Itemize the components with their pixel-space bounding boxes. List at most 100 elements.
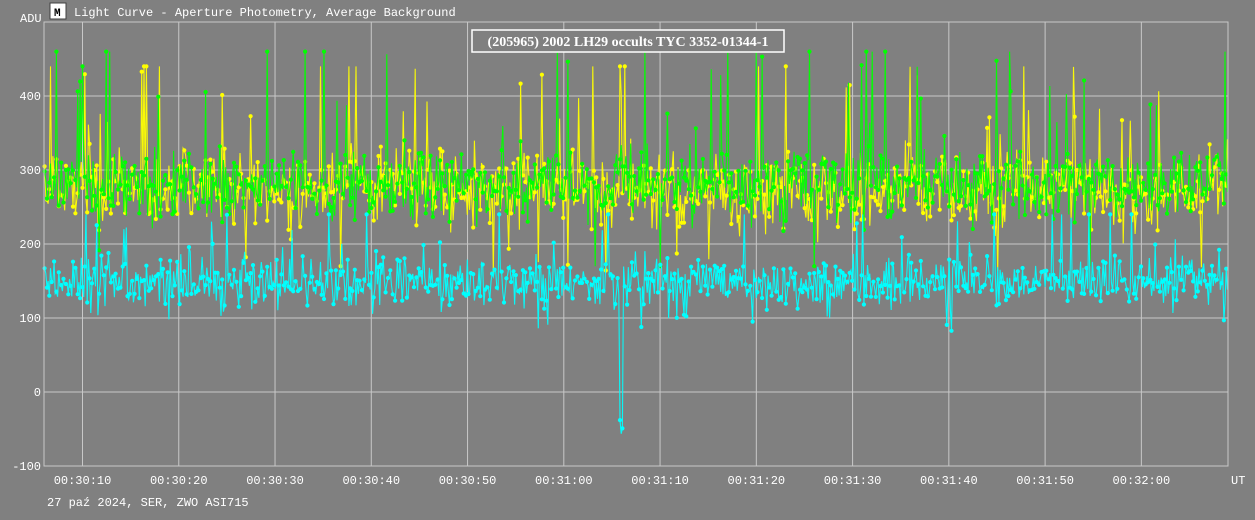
data-point: [956, 199, 961, 204]
data-point: [625, 170, 630, 175]
data-point: [478, 170, 483, 175]
data-point: [494, 201, 499, 206]
data-point: [317, 281, 322, 286]
data-point: [558, 270, 563, 275]
data-point: [1143, 187, 1148, 192]
data-point: [878, 208, 883, 214]
data-point: [499, 269, 504, 274]
x-tick-label: 00:32:00: [1113, 474, 1171, 488]
series-layer: [42, 49, 1229, 434]
data-point: [506, 265, 511, 271]
data-point: [70, 259, 76, 264]
data-point: [544, 200, 549, 205]
data-point: [691, 204, 696, 209]
data-point: [651, 278, 656, 284]
data-point: [73, 265, 78, 270]
light-curve-chart: M Light Curve - Aperture Photometry, Ave…: [12, 2, 1245, 510]
data-point: [404, 295, 409, 300]
data-point: [1022, 275, 1027, 280]
data-point: [343, 296, 348, 301]
data-point: [307, 280, 312, 285]
data-point: [286, 196, 291, 201]
data-point: [295, 159, 301, 164]
data-point: [442, 192, 447, 197]
data-point: [352, 267, 357, 272]
data-point: [1091, 276, 1096, 282]
data-point: [949, 218, 954, 223]
data-point: [809, 285, 814, 290]
data-point: [1018, 286, 1023, 291]
data-point: [480, 262, 485, 267]
data-point: [838, 207, 843, 212]
data-point: [942, 274, 947, 279]
data-point: [764, 175, 769, 180]
data-point: [530, 271, 535, 276]
data-point: [151, 277, 156, 283]
data-point: [958, 265, 964, 270]
data-point: [321, 296, 327, 302]
data-point: [279, 200, 284, 205]
data-point: [203, 89, 208, 95]
data-point: [165, 207, 170, 212]
data-point: [921, 284, 926, 289]
data-point: [454, 285, 459, 290]
data-point: [400, 180, 405, 185]
data-point: [641, 302, 646, 307]
data-point: [70, 204, 76, 209]
data-point: [208, 161, 213, 166]
data-point: [1077, 163, 1082, 168]
data-point: [1191, 197, 1196, 202]
data-point: [703, 194, 708, 199]
data-point: [684, 314, 689, 319]
data-point: [355, 166, 360, 171]
data-point: [1003, 162, 1009, 167]
data-point: [854, 211, 859, 216]
data-point: [816, 269, 822, 275]
data-point: [963, 286, 968, 291]
data-point: [852, 227, 857, 232]
data-point: [925, 205, 931, 210]
data-point: [689, 264, 694, 269]
data-point: [928, 280, 933, 285]
data-point: [115, 201, 121, 206]
data-point: [523, 198, 528, 203]
y-tick-label: 100: [19, 312, 41, 326]
data-point: [231, 221, 237, 226]
data-point: [423, 211, 428, 216]
data-point: [977, 289, 983, 294]
data-point: [409, 194, 414, 200]
data-point: [662, 177, 668, 182]
data-point: [87, 276, 92, 281]
data-point: [78, 296, 83, 301]
data-point: [1063, 274, 1068, 279]
data-point: [871, 195, 876, 200]
y-tick-labels: -100 0 100 200 300 400: [12, 90, 41, 474]
data-point: [440, 171, 445, 176]
data-point: [269, 158, 274, 164]
data-point: [554, 286, 559, 291]
data-point: [433, 195, 438, 200]
data-point: [490, 271, 495, 276]
data-point: [120, 164, 125, 169]
data-point: [265, 49, 270, 54]
data-point: [1202, 186, 1207, 191]
data-point: [442, 184, 447, 189]
data-point: [1025, 196, 1030, 201]
data-point: [326, 164, 331, 169]
data-point: [1082, 78, 1087, 83]
data-point: [504, 166, 509, 171]
data-point: [951, 259, 957, 265]
data-point: [359, 288, 364, 293]
data-point: [163, 187, 168, 192]
data-point: [293, 279, 298, 284]
data-point: [279, 183, 284, 188]
data-point: [160, 178, 166, 183]
data-point: [1020, 173, 1025, 178]
data-point: [615, 183, 620, 188]
x-tick-label: 00:31:00: [535, 474, 593, 488]
data-point: [130, 172, 135, 177]
data-point: [127, 291, 132, 296]
data-point: [258, 202, 263, 207]
data-point: [229, 282, 234, 287]
data-point: [291, 289, 296, 294]
